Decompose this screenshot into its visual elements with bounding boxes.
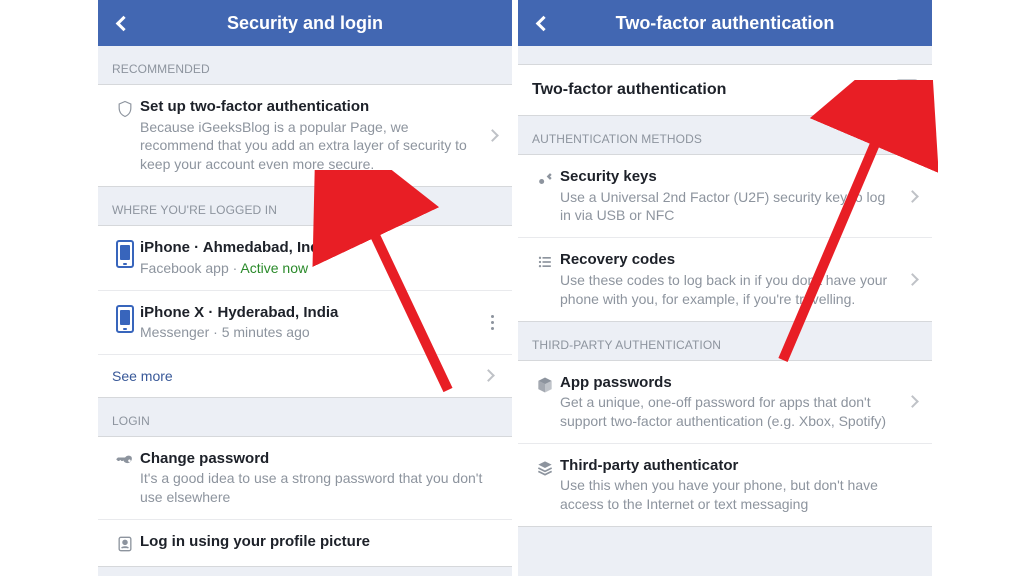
row-subtitle: Get a unique, one-off password for apps … (560, 393, 896, 431)
row-title: Set up two-factor authentication (140, 97, 476, 117)
card-third-party: App passwords Get a unique, one-off pass… (518, 360, 932, 528)
toggle-label: Two-factor authentication (532, 81, 726, 99)
chevron-right-icon (900, 192, 924, 201)
navbar-left: Security and login (98, 0, 512, 46)
row-device-iphone-ahmedabad[interactable]: iPhone · Ahmedabad, India Facebook app ·… (98, 226, 512, 289)
row-subtitle: It's a good idea to use a strong passwor… (140, 469, 500, 507)
row-recovery-codes[interactable]: Recovery codes Use these codes to log ba… (518, 237, 932, 320)
card-logged-in: iPhone · Ahmedabad, India Facebook app ·… (98, 225, 512, 398)
card-recommended: Set up two-factor authentication Because… (98, 84, 512, 187)
row-app-passwords[interactable]: App passwords Get a unique, one-off pass… (518, 361, 932, 443)
person-icon (110, 532, 140, 554)
row-change-password[interactable]: Change password It's a good idea to use … (98, 437, 512, 519)
device-status: Messenger · 5 minutes ago (140, 323, 476, 342)
row-title: Security keys (560, 167, 896, 187)
screen-two-factor: Two-factor authentication Two-factor aut… (518, 0, 932, 576)
row-subtitle: Use these codes to log back in if you do… (560, 271, 896, 309)
chevron-right-icon (900, 397, 924, 406)
row-setup-two-factor[interactable]: Set up two-factor authentication Because… (98, 85, 512, 186)
section-recommended-header: RECOMMENDED (98, 46, 512, 84)
device-status: Facebook app · Active now (140, 259, 500, 278)
row-subtitle: Use a Universal 2nd Factor (U2F) securit… (560, 188, 896, 226)
chevron-left-icon (535, 15, 551, 31)
key-icon (530, 167, 560, 189)
two-factor-toggle-row[interactable]: Two-factor authentication (518, 64, 932, 116)
row-device-iphonex-hyderabad[interactable]: iPhone X · Hyderabad, India Messenger · … (98, 290, 512, 354)
phone-icon (110, 238, 140, 268)
row-title: Recovery codes (560, 250, 896, 270)
row-third-party-authenticator[interactable]: Third-party authenticator Use this when … (518, 443, 932, 526)
card-login: Change password It's a good idea to use … (98, 436, 512, 567)
phone-icon (110, 303, 140, 333)
content-scroll: Two-factor authentication AUTHENTICATION… (518, 46, 932, 576)
chevron-right-icon (476, 371, 500, 380)
row-security-keys[interactable]: Security keys Use a Universal 2nd Factor… (518, 155, 932, 237)
chevron-right-icon (480, 131, 504, 140)
back-button[interactable] (98, 0, 144, 46)
row-title: Log in using your profile picture (140, 532, 500, 552)
content-scroll: RECOMMENDED Set up two-factor authentica… (98, 46, 512, 576)
row-title: Third-party authenticator (560, 456, 920, 476)
chevron-left-icon (115, 15, 131, 31)
shield-icon (110, 97, 140, 119)
package-icon (530, 373, 560, 395)
page-title: Security and login (98, 13, 512, 34)
device-name: iPhone · Ahmedabad, India (140, 238, 500, 258)
section-logged-in-header: WHERE YOU'RE LOGGED IN (98, 187, 512, 225)
section-third-party-header: THIRD-PARTY AUTHENTICATION (518, 322, 932, 360)
row-title: App passwords (560, 373, 896, 393)
checkbox-checked[interactable] (896, 79, 918, 101)
card-auth-methods: Security keys Use a Universal 2nd Factor… (518, 154, 932, 322)
key-icon (110, 449, 140, 471)
list-icon (530, 250, 560, 272)
screen-security-and-login: Security and login RECOMMENDED Set up tw… (98, 0, 512, 576)
page-title: Two-factor authentication (518, 13, 932, 34)
back-button[interactable] (518, 0, 564, 46)
more-button[interactable] (480, 315, 504, 330)
device-name: iPhone X · Hyderabad, India (140, 303, 476, 323)
chevron-right-icon (900, 275, 924, 284)
section-login-header: LOGIN (98, 398, 512, 436)
layers-icon (530, 456, 560, 478)
row-title: Change password (140, 449, 500, 469)
row-login-profile-picture[interactable]: Log in using your profile picture (98, 519, 512, 566)
section-auth-methods-header: AUTHENTICATION METHODS (518, 116, 932, 154)
row-subtitle: Because iGeeksBlog is a popular Page, we… (140, 118, 476, 175)
more-vertical-icon (491, 315, 494, 330)
navbar-right: Two-factor authentication (518, 0, 932, 46)
row-subtitle: Use this when you have your phone, but d… (560, 476, 920, 514)
check-icon (899, 82, 915, 98)
see-more-button[interactable]: See more (98, 354, 512, 397)
